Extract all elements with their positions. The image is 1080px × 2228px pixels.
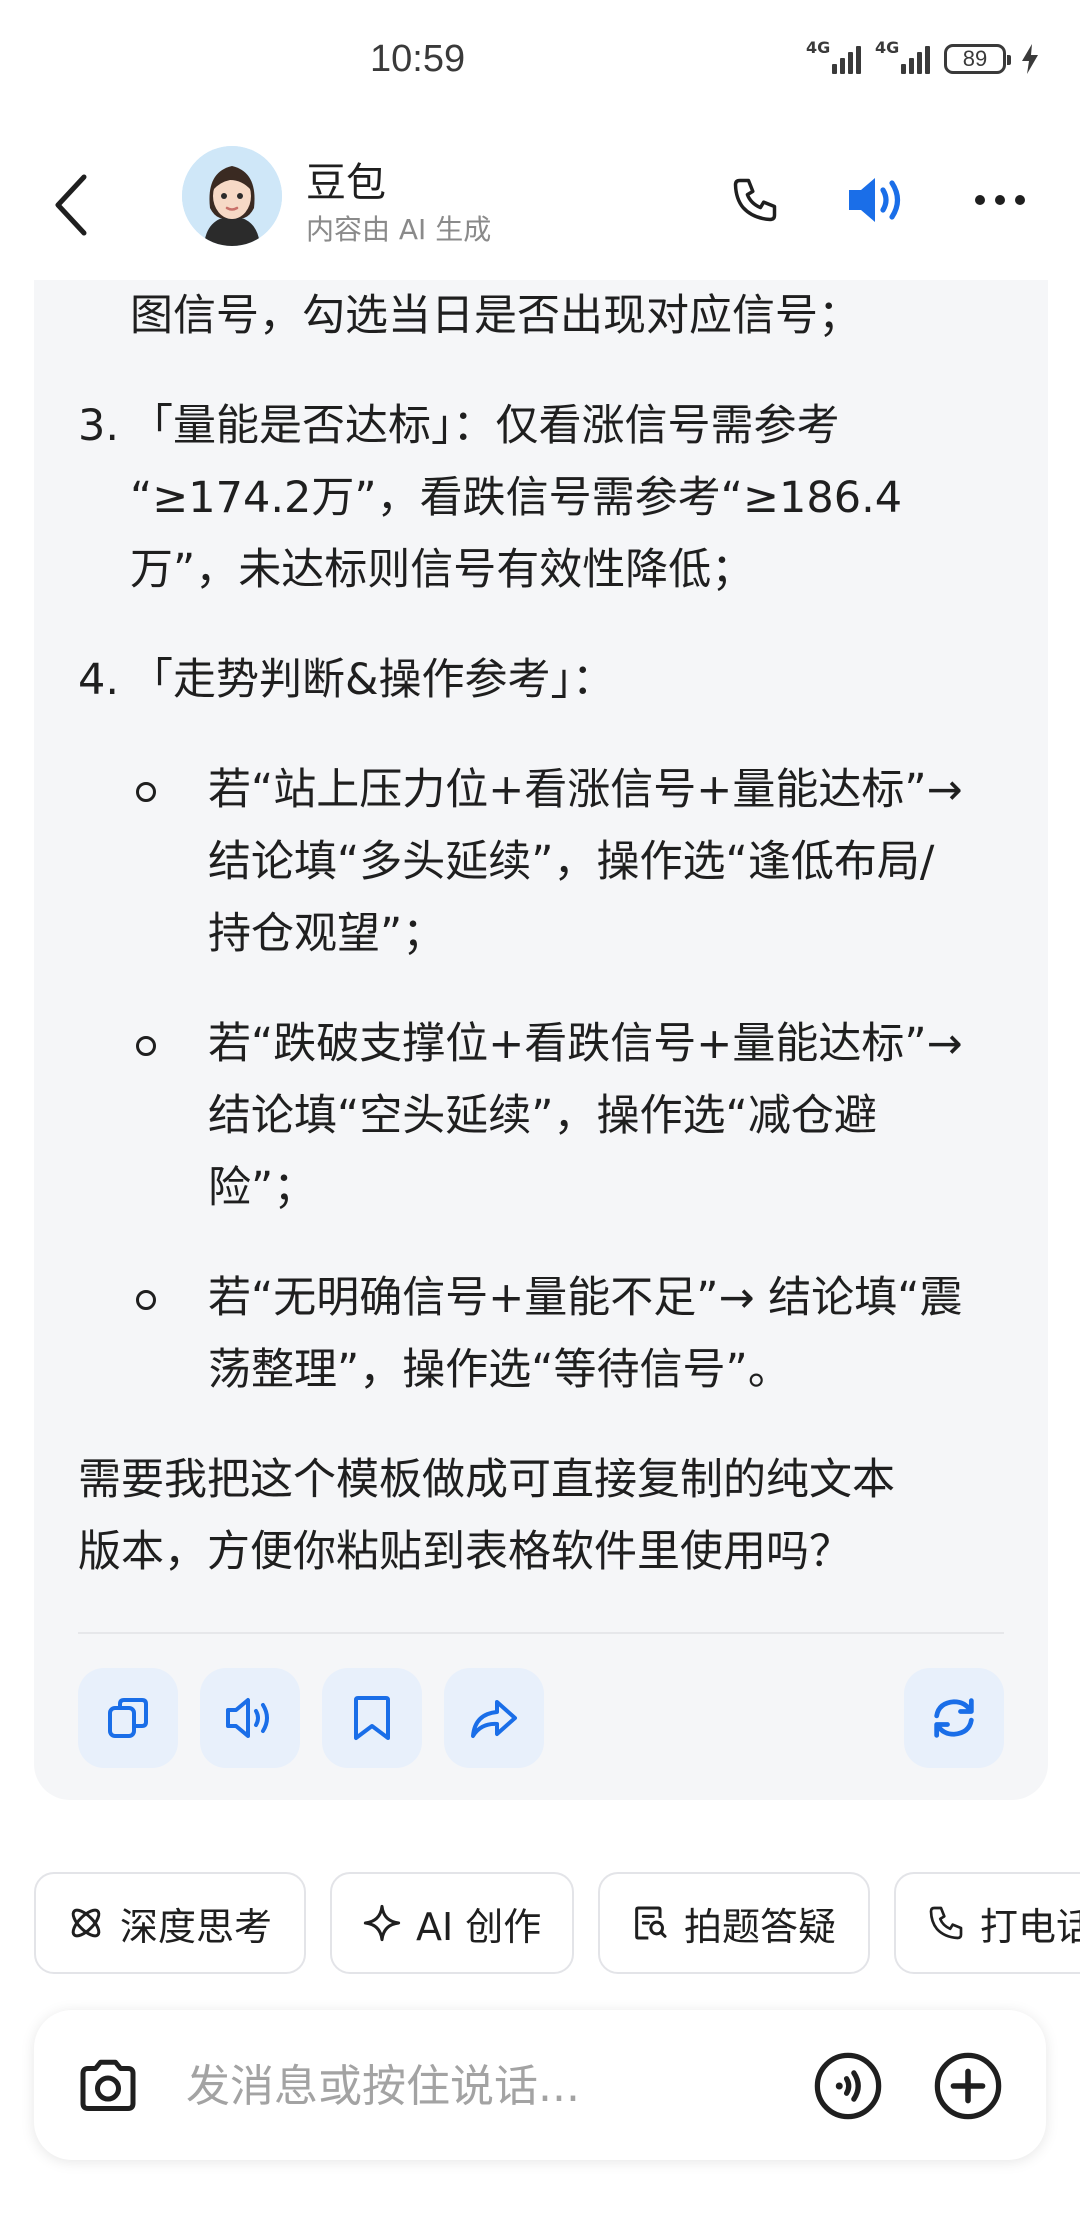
- status-icons: 4G 4G 89: [806, 40, 1040, 74]
- avatar-image: [182, 146, 282, 246]
- read-aloud-toggle[interactable]: [838, 165, 918, 235]
- message-input[interactable]: [186, 2050, 806, 2122]
- speaker-icon: [226, 1698, 269, 1738]
- call-button[interactable]: [720, 165, 790, 235]
- voice-input-button[interactable]: [810, 2048, 886, 2124]
- battery-icon: 89: [944, 44, 1011, 74]
- message-line: “≥174.2万”，看跌信号需参考“≥186.4: [130, 473, 903, 523]
- phone-icon: [733, 178, 777, 222]
- network-label-2: 4G: [875, 38, 900, 57]
- phone-icon: [929, 1906, 963, 1940]
- status-time: 10:59: [370, 38, 466, 80]
- closing-question: 版本，方便你粘贴到表格软件里使用吗？: [78, 1527, 852, 1577]
- chip-label: 拍题答疑: [684, 1904, 837, 1949]
- chip-label: 打电话: [980, 1904, 1080, 1949]
- closing-question: 需要我把这个模板做成可直接复制的纯文本: [78, 1455, 895, 1505]
- bullet-item: 若“站上压力位+看涨信号+量能达标”→ 结论填“多头延续”，操作选“逢低布局/ …: [78, 754, 1018, 970]
- chip-phone-call[interactable]: 打电话: [894, 1872, 1080, 1974]
- bullet-icon: [136, 782, 156, 802]
- bot-avatar[interactable]: [182, 146, 282, 246]
- ai-disclaimer: 内容由 AI 生成: [306, 213, 492, 246]
- chip-label: 深度思考: [120, 1904, 273, 1949]
- regenerate-button[interactable]: [904, 1668, 1004, 1768]
- voice-icon: [814, 2052, 882, 2120]
- bullet-icon: [136, 1036, 156, 1056]
- sparkle-icon: [363, 1904, 401, 1942]
- suggestion-chips: 深度思考 AI 创作 拍题答疑 打电话: [34, 1872, 1080, 1976]
- more-dot-icon: [1015, 195, 1025, 205]
- more-options-button[interactable]: [960, 165, 1040, 235]
- bookmark-icon: [354, 1696, 390, 1740]
- battery-level: 89: [962, 46, 988, 71]
- network-label: 4G: [806, 38, 831, 57]
- chip-label: AI 创作: [416, 1904, 542, 1949]
- charging-icon: [1022, 44, 1038, 74]
- camera-icon: [80, 2059, 136, 2111]
- plus-circle-icon: [934, 2052, 1002, 2120]
- more-tools-button[interactable]: [930, 2048, 1006, 2124]
- bullet-item: 若“无明确信号+量能不足”→ 结论填“震 荡整理”，操作选“等待信号”。: [78, 1262, 1018, 1406]
- chip-ai-create[interactable]: AI 创作: [330, 1872, 574, 1974]
- read-aloud-button[interactable]: [200, 1668, 300, 1768]
- copy-button[interactable]: [78, 1668, 178, 1768]
- message-line: 万”，未达标则信号有效性降低；: [130, 545, 755, 595]
- chip-deep-thinking[interactable]: 深度思考: [34, 1872, 306, 1974]
- bot-name: 豆包: [306, 160, 386, 206]
- more-dot-icon: [995, 195, 1005, 205]
- bot-message-card: 图信号，勾选当日是否出现对应信号； 3. 「量能是否达标」：仅看涨信号需参考 “≥…: [34, 280, 1048, 1800]
- list-item-3: 3. 「量能是否达标」：仅看涨信号需参考: [78, 401, 840, 451]
- camera-button[interactable]: [70, 2048, 146, 2124]
- back-arrow-icon: [55, 174, 87, 236]
- atom-icon: [71, 1908, 101, 1938]
- message-divider: [78, 1632, 1004, 1634]
- more-dot-icon: [975, 195, 985, 205]
- chip-photo-question[interactable]: 拍题答疑: [598, 1872, 870, 1974]
- share-button[interactable]: [444, 1668, 544, 1768]
- back-button[interactable]: [40, 160, 100, 250]
- chat-header: 豆包 内容由 AI 生成: [0, 130, 1080, 280]
- refresh-icon: [934, 1698, 974, 1738]
- bullet-item: 若“跌破支撑位+看跌信号+量能达标”→ 结论填“空头延续”，操作选“减仓避 险”…: [78, 1008, 1018, 1224]
- status-bar: 10:59 4G 4G 89: [0, 0, 1080, 120]
- signal-icon: 4G: [806, 40, 861, 74]
- bullet-icon: [136, 1290, 156, 1310]
- bookmark-button[interactable]: [322, 1668, 422, 1768]
- composer: [34, 2010, 1046, 2160]
- scan-icon: [635, 1906, 667, 1940]
- share-icon: [471, 1700, 517, 1738]
- list-item-4: 4. 「走势判断&操作参考」：: [78, 655, 616, 705]
- message-body: 图信号，勾选当日是否出现对应信号； 3. 「量能是否达标」：仅看涨信号需参考 “≥…: [78, 280, 1018, 1588]
- copy-icon: [108, 1698, 148, 1738]
- message-line: 图信号，勾选当日是否出现对应信号；: [130, 291, 861, 341]
- signal-icon-2: 4G: [875, 40, 930, 74]
- speaker-icon: [849, 178, 901, 222]
